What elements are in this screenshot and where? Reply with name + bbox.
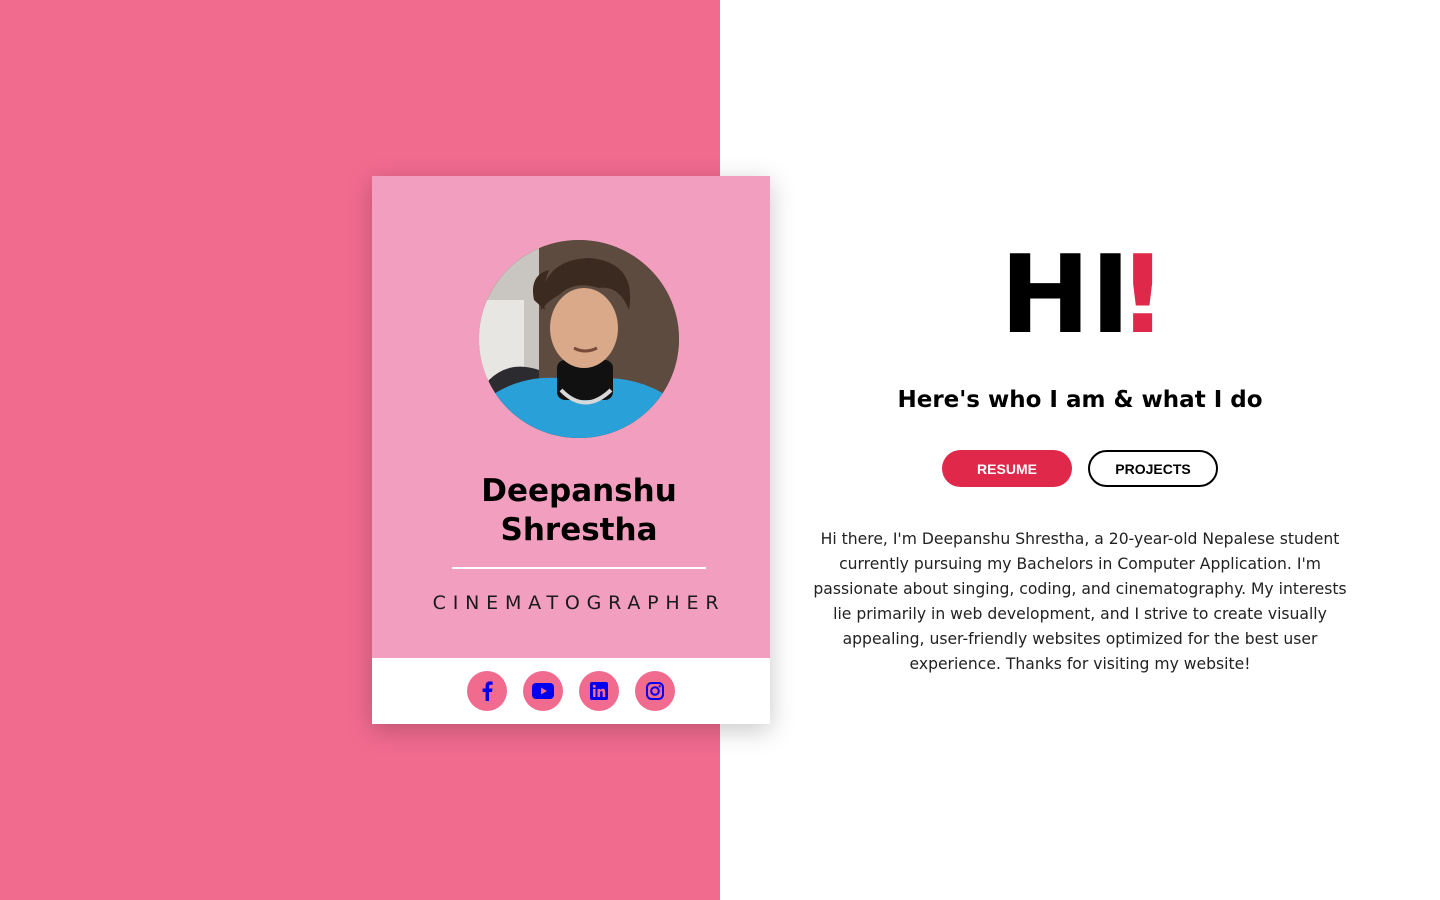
profile-name: Deepanshu Shrestha xyxy=(372,472,770,550)
avatar xyxy=(479,240,679,438)
social-links xyxy=(467,671,675,711)
instagram-icon xyxy=(646,682,664,700)
avatar-photo xyxy=(479,240,679,438)
hero-greeting-text: HI xyxy=(1000,233,1131,358)
facebook-icon xyxy=(482,681,493,701)
hero-tagline: Here's who I am & what I do xyxy=(897,387,1263,413)
social-footer xyxy=(372,658,770,724)
profile-name-last: Shrestha xyxy=(500,512,658,548)
hero-exclamation: ! xyxy=(1118,233,1168,358)
linkedin-icon xyxy=(590,682,608,700)
youtube-link[interactable] xyxy=(523,671,563,711)
resume-button[interactable]: RESUME xyxy=(942,450,1072,487)
projects-button[interactable]: PROJECTS xyxy=(1088,450,1218,487)
bio-paragraph: Hi there, I'm Deepanshu Shrestha, a 20-y… xyxy=(813,530,1347,673)
profile-name-first: Deepanshu xyxy=(481,473,677,509)
facebook-link[interactable] xyxy=(467,671,507,711)
profile-card: Deepanshu Shrestha CINEMATOGRAPHER xyxy=(372,176,770,724)
name-divider xyxy=(452,567,706,569)
youtube-icon xyxy=(532,683,554,699)
instagram-link[interactable] xyxy=(635,671,675,711)
linkedin-link[interactable] xyxy=(579,671,619,711)
hero-greeting: HI ! xyxy=(1000,236,1170,356)
profile-role: CINEMATOGRAPHER xyxy=(432,592,726,614)
